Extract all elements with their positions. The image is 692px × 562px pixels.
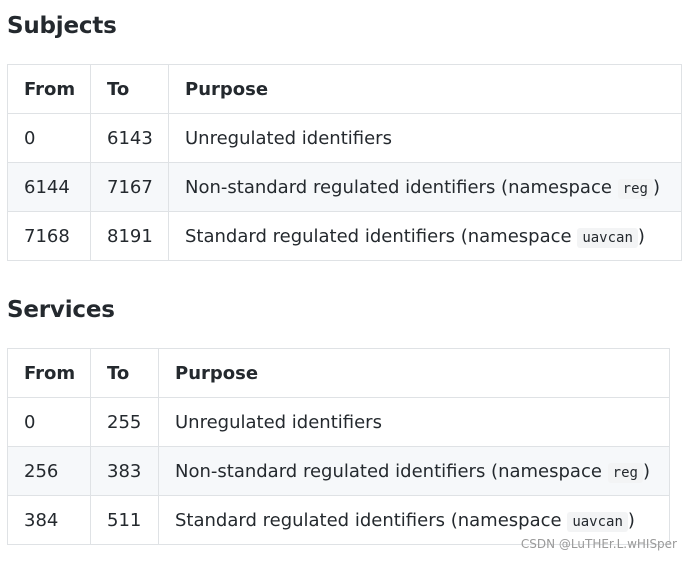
cell-from: 0 <box>7 397 91 447</box>
namespace-code: reg <box>617 178 653 199</box>
purpose-text: Non-standard regulated identifiers (name… <box>185 176 618 198</box>
purpose-suffix: ) <box>652 176 660 198</box>
purpose-text: Non-standard regulated identifiers (name… <box>175 460 608 482</box>
cell-from: 0 <box>7 113 91 163</box>
services-heading: Services <box>7 297 115 323</box>
cell-from: 7168 <box>7 211 91 261</box>
table-row: 256 383 Non-standard regulated identifie… <box>7 446 670 496</box>
cell-purpose: Non-standard regulated identifiers (name… <box>168 162 682 212</box>
services-table: From To Purpose 0 255 Unregulated identi… <box>7 348 670 545</box>
cell-to: 383 <box>90 446 159 496</box>
table-header-row: From To Purpose <box>7 64 682 114</box>
purpose-text: Unregulated identifiers <box>185 127 392 149</box>
table-row: 7168 8191 Standard regulated identifiers… <box>7 211 682 261</box>
purpose-text: Unregulated identifiers <box>175 411 382 433</box>
column-header-purpose: Purpose <box>158 348 670 398</box>
table-row: 6144 7167 Non-standard regulated identif… <box>7 162 682 212</box>
column-header-to: To <box>90 64 169 114</box>
cell-purpose: Unregulated identifiers <box>158 397 670 447</box>
column-header-from: From <box>7 348 91 398</box>
subjects-heading: Subjects <box>7 13 117 39</box>
table-row: 0 255 Unregulated identifiers <box>7 397 670 447</box>
table-header-row: From To Purpose <box>7 348 670 398</box>
cell-to: 511 <box>90 495 159 545</box>
column-header-from: From <box>7 64 91 114</box>
cell-to: 255 <box>90 397 159 447</box>
cell-to: 6143 <box>90 113 169 163</box>
namespace-code: uavcan <box>567 511 628 532</box>
namespace-code: uavcan <box>577 227 638 248</box>
namespace-code: reg <box>607 462 643 483</box>
purpose-suffix: ) <box>627 509 635 531</box>
cell-purpose: Unregulated identifiers <box>168 113 682 163</box>
cell-purpose: Standard regulated identifiers (namespac… <box>168 211 682 261</box>
column-header-to: To <box>90 348 159 398</box>
watermark-text: CSDN @LuTHEr.L.wHISper <box>520 537 677 551</box>
cell-from: 384 <box>7 495 91 545</box>
purpose-text: Standard regulated identifiers (namespac… <box>185 225 578 247</box>
cell-purpose: Non-standard regulated identifiers (name… <box>158 446 670 496</box>
purpose-suffix: ) <box>637 225 645 247</box>
cell-from: 256 <box>7 446 91 496</box>
subjects-table: From To Purpose 0 6143 Unregulated ident… <box>7 64 682 261</box>
cell-from: 6144 <box>7 162 91 212</box>
cell-to: 8191 <box>90 211 169 261</box>
cell-to: 7167 <box>90 162 169 212</box>
column-header-purpose: Purpose <box>168 64 682 114</box>
purpose-text: Standard regulated identifiers (namespac… <box>175 509 568 531</box>
table-row: 0 6143 Unregulated identifiers <box>7 113 682 163</box>
purpose-suffix: ) <box>642 460 650 482</box>
